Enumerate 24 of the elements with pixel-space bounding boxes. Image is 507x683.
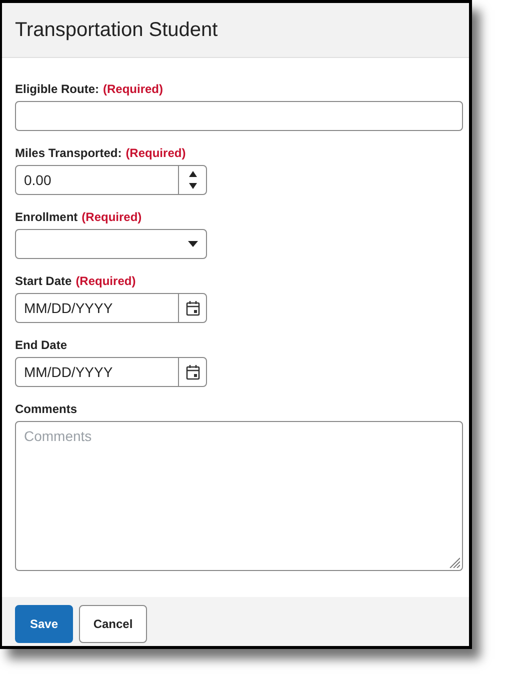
field-label: Miles Transported: bbox=[15, 146, 122, 160]
input-field[interactable] bbox=[15, 101, 463, 131]
calendar-icon bbox=[186, 364, 200, 380]
field-label: End Date bbox=[15, 338, 68, 352]
save-button[interactable]: Save bbox=[15, 605, 73, 643]
comments-field[interactable]: Comments bbox=[15, 421, 463, 571]
required-note: (Required) bbox=[76, 274, 136, 288]
required-note: (Required) bbox=[103, 82, 163, 96]
window-title: Transportation Student bbox=[15, 18, 218, 42]
required-note: (Required) bbox=[126, 146, 186, 160]
field-label: Enrollment bbox=[15, 210, 78, 224]
field-label: Start Date bbox=[15, 274, 72, 288]
calendar-icon bbox=[186, 300, 200, 316]
cancel-button[interactable]: Cancel bbox=[79, 605, 147, 643]
date-field[interactable]: MM/DD/YYYY bbox=[15, 293, 207, 323]
dropdown-field[interactable] bbox=[15, 229, 207, 259]
resize-grip-icon bbox=[449, 557, 460, 568]
number-field[interactable]: 0.00 bbox=[15, 165, 207, 195]
spinner-icon bbox=[188, 169, 198, 191]
field-label: Comments bbox=[15, 402, 78, 416]
date-field[interactable]: MM/DD/YYYY bbox=[15, 357, 207, 387]
required-note: (Required) bbox=[82, 210, 142, 224]
caret-icon bbox=[188, 241, 198, 247]
field-label: Eligible Route: bbox=[15, 82, 99, 96]
